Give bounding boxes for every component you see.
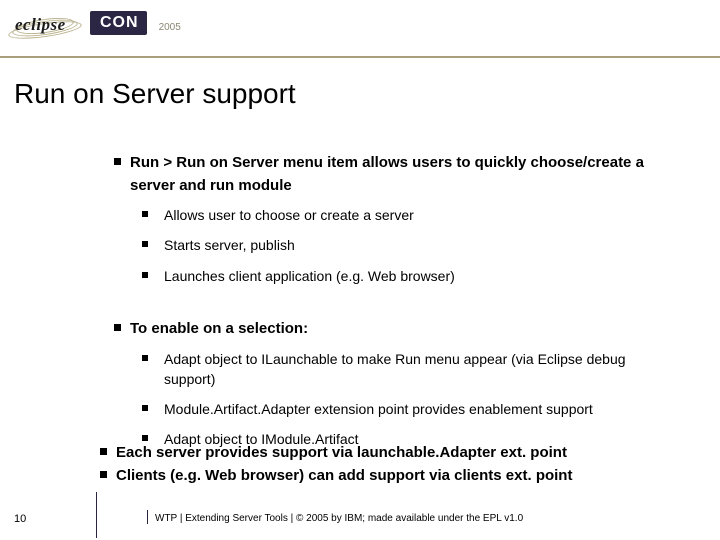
slide-title: Run on Server support [14, 78, 296, 110]
eclipse-logo-text: eclipse [15, 15, 66, 35]
bullet-sub: Launches client application (e.g. Web br… [142, 266, 674, 286]
slide-header: eclipse CON 2005 [0, 0, 720, 58]
footer-divider-icon [147, 510, 148, 524]
footer-divider-icon [96, 492, 97, 538]
section-footer-bullets: Each server provides support via launcha… [100, 442, 680, 487]
con-badge: CON [90, 11, 147, 35]
bullet-sub: Adapt object to ILaunchable to make Run … [142, 349, 674, 390]
header-logo-group: eclipse CON 2005 [6, 4, 181, 46]
section-enable-selection: To enable on a selection: Adapt object t… [114, 318, 674, 460]
bullet-sub: Starts server, publish [142, 235, 674, 255]
con-year: 2005 [159, 22, 181, 33]
bullet-sub: Allows user to choose or create a server [142, 205, 674, 225]
bullet-heading: Clients (e.g. Web browser) can add suppo… [100, 465, 680, 488]
bullet-heading: Each server provides support via launcha… [100, 442, 680, 465]
bullet-heading: To enable on a selection: [114, 318, 674, 341]
slide-number: 10 [14, 513, 26, 525]
bullet-sub: Module.Artifact.Adapter extension point … [142, 399, 674, 419]
section-run-on-server: Run > Run on Server menu item allows use… [114, 152, 674, 296]
footer-text: WTP | Extending Server Tools | © 2005 by… [155, 513, 523, 524]
eclipse-logo-icon: eclipse [6, 4, 84, 46]
bullet-heading: Run > Run on Server menu item allows use… [114, 152, 674, 197]
